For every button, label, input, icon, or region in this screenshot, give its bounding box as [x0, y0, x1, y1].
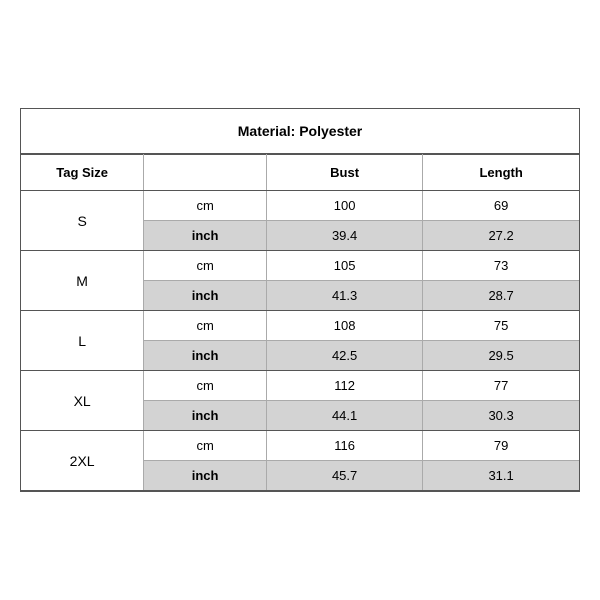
- bust-inch: 45.7: [267, 461, 423, 491]
- table-row: XLcm11277: [21, 371, 579, 401]
- size-chart-container: Material: Polyester Tag Size Bust Length…: [20, 108, 580, 492]
- bust-cm: 108: [267, 311, 423, 341]
- length-cm: 79: [423, 431, 579, 461]
- size-label: 2XL: [21, 431, 144, 491]
- header-bust: Bust: [267, 155, 423, 191]
- size-label: XL: [21, 371, 144, 431]
- length-inch: 27.2: [423, 221, 579, 251]
- unit-cm: cm: [144, 371, 267, 401]
- size-label: S: [21, 191, 144, 251]
- table-row: 2XLcm11679: [21, 431, 579, 461]
- bust-inch: 41.3: [267, 281, 423, 311]
- unit-inch: inch: [144, 221, 267, 251]
- unit-inch: inch: [144, 401, 267, 431]
- header-length: Length: [423, 155, 579, 191]
- table-row: Lcm10875: [21, 311, 579, 341]
- header-tag-size: Tag Size: [21, 155, 144, 191]
- bust-cm: 116: [267, 431, 423, 461]
- size-table: Tag Size Bust Length Scm10069inch39.427.…: [21, 154, 579, 491]
- length-cm: 73: [423, 251, 579, 281]
- unit-cm: cm: [144, 311, 267, 341]
- size-label: M: [21, 251, 144, 311]
- bust-inch: 42.5: [267, 341, 423, 371]
- table-row: Mcm10573: [21, 251, 579, 281]
- length-inch: 28.7: [423, 281, 579, 311]
- length-cm: 75: [423, 311, 579, 341]
- header-empty: [144, 155, 267, 191]
- length-inch: 30.3: [423, 401, 579, 431]
- unit-cm: cm: [144, 251, 267, 281]
- chart-title: Material: Polyester: [21, 109, 579, 154]
- unit-inch: inch: [144, 461, 267, 491]
- bust-cm: 100: [267, 191, 423, 221]
- length-cm: 77: [423, 371, 579, 401]
- bust-inch: 39.4: [267, 221, 423, 251]
- size-label: L: [21, 311, 144, 371]
- bust-inch: 44.1: [267, 401, 423, 431]
- length-inch: 29.5: [423, 341, 579, 371]
- bust-cm: 105: [267, 251, 423, 281]
- bust-cm: 112: [267, 371, 423, 401]
- unit-inch: inch: [144, 341, 267, 371]
- unit-cm: cm: [144, 431, 267, 461]
- table-row: Scm10069: [21, 191, 579, 221]
- unit-cm: cm: [144, 191, 267, 221]
- length-inch: 31.1: [423, 461, 579, 491]
- length-cm: 69: [423, 191, 579, 221]
- unit-inch: inch: [144, 281, 267, 311]
